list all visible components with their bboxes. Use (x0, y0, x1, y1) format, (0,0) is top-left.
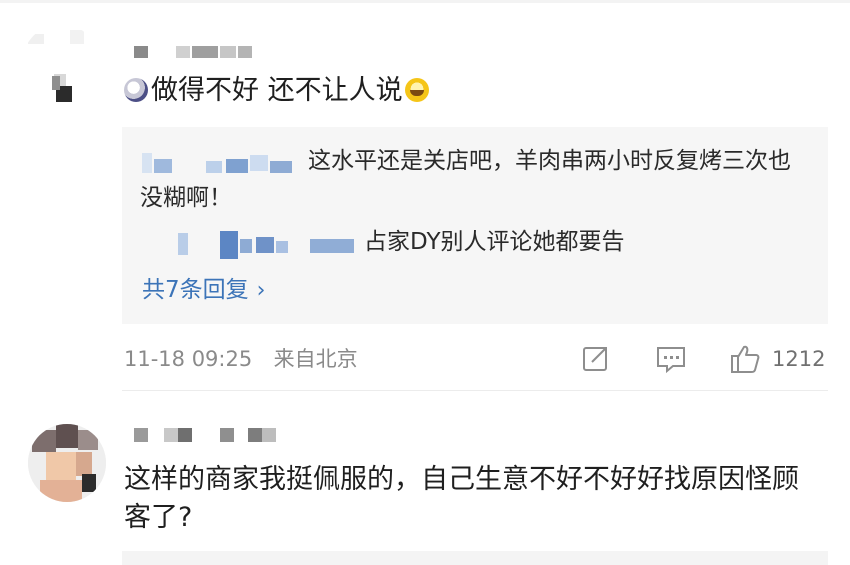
username-redacted[interactable] (126, 426, 286, 444)
more-replies-label: 共7条回复 (142, 277, 249, 303)
replies-panel[interactable]: 这水平还是关店吧，羊肉串两小时反复烤三次也没糊啊！ 占家DY别人评论她都要告 共… (122, 127, 828, 324)
reply-item[interactable]: 这水平还是关店吧，羊肉串两小时反复烤三次也没糊啊！ (140, 143, 810, 217)
reply-item[interactable]: 占家DY别人评论她都要告 (140, 224, 625, 261)
comment-divider (122, 390, 828, 391)
share-icon[interactable] (580, 344, 612, 374)
comment-body: 这样的商家我挺佩服的，自己生意不好不好好找原因怪顾客了? (124, 464, 799, 533)
stressed-face-emoji (124, 78, 148, 102)
like-count: 1212 (772, 347, 826, 371)
next-replies-panel (122, 551, 828, 565)
comment-body: 做得不好 还不让人说 (151, 75, 403, 106)
avatar[interactable] (22, 24, 100, 104)
comment-text: 做得不好 还不让人说 (124, 72, 429, 110)
chevron-right-icon: › (256, 278, 266, 303)
view-more-replies-link[interactable]: 共7条回复 › (142, 273, 265, 308)
timestamp: 11-18 09:25 (124, 347, 253, 371)
avatar[interactable] (28, 424, 106, 502)
thumbs-up-icon[interactable] (729, 344, 761, 374)
comment-icon[interactable] (655, 344, 687, 374)
username-redacted[interactable] (126, 44, 256, 62)
laughing-crying-emoji (404, 78, 429, 102)
reply-text: 占家DY别人评论她都要告 (364, 229, 625, 255)
top-divider (0, 0, 850, 3)
comment-meta: 11-18 09:25 来自北京 (124, 344, 358, 374)
location-label: 来自北京 (273, 347, 358, 371)
